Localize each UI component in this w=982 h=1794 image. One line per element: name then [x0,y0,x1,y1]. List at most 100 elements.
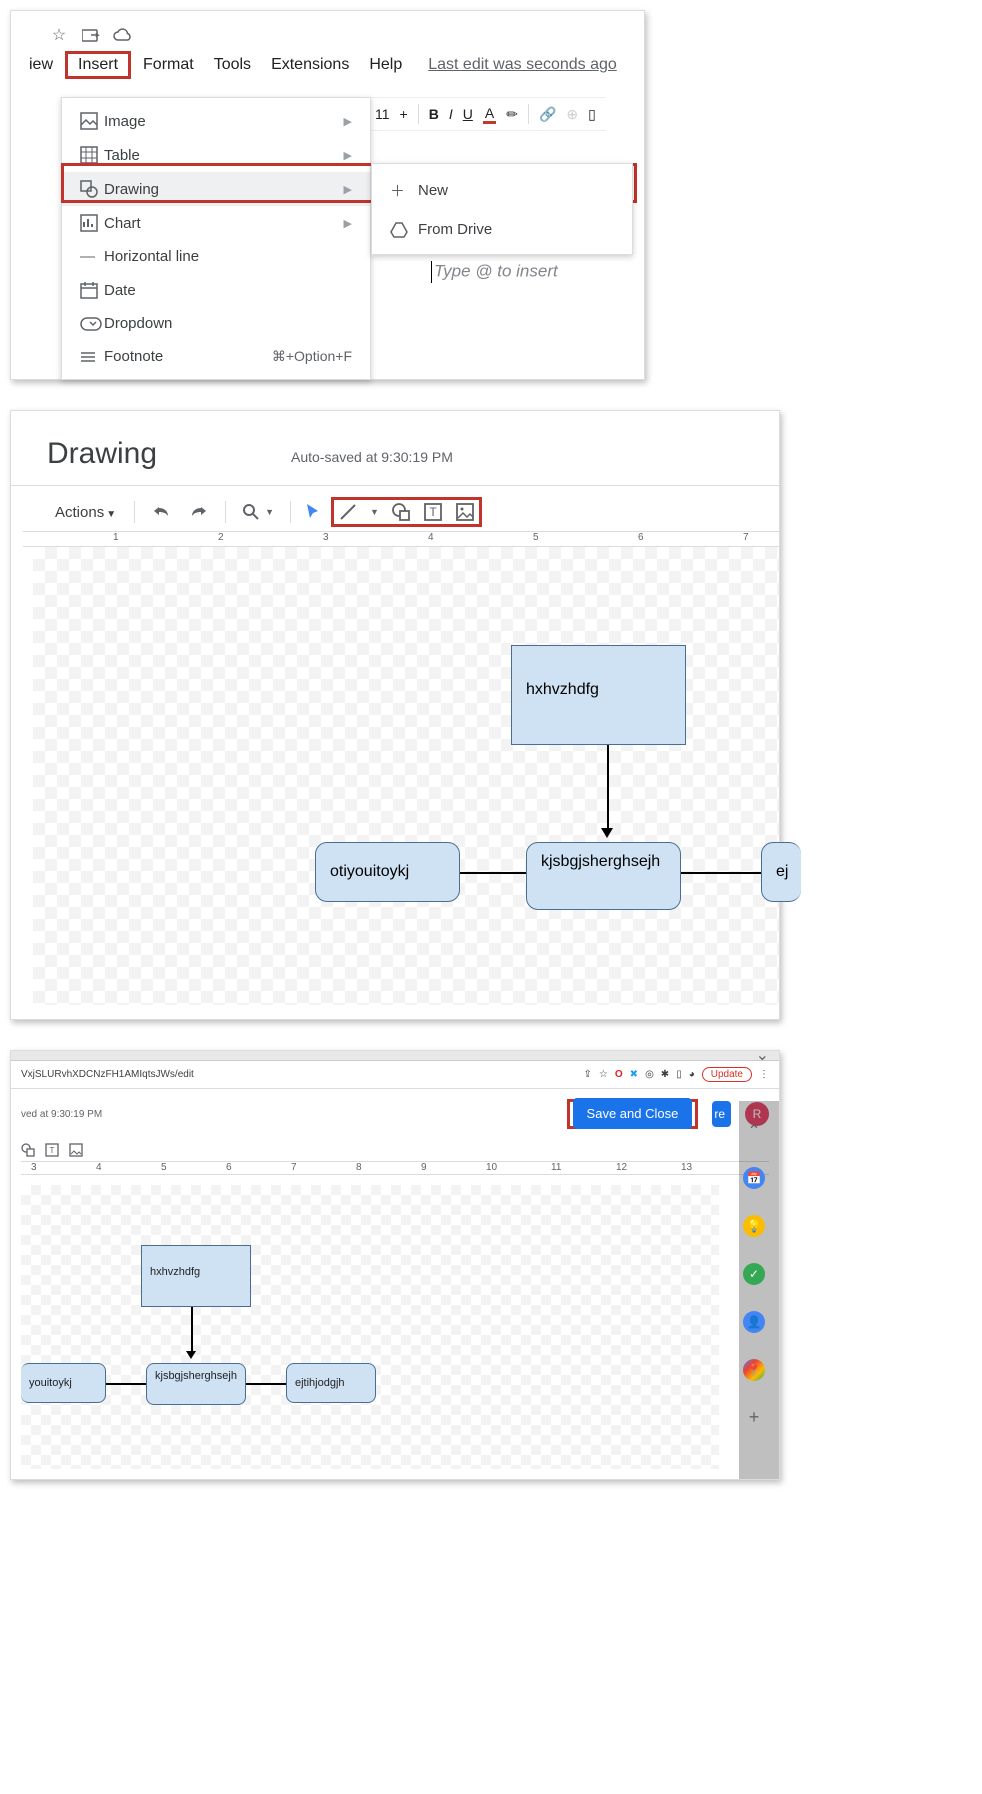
svg-text:T: T [429,505,437,519]
link-icon[interactable]: 🔗 [539,106,556,123]
image-tool-small[interactable] [69,1143,83,1157]
shape3-left[interactable]: youitoykj [21,1363,106,1403]
menu-extensions[interactable]: Extensions [263,52,357,78]
drawing-new[interactable]: ＋ New [372,170,632,211]
cloud-icon[interactable] [113,25,133,45]
drawing-canvas[interactable]: hxhvzhdfg otiyouitoykj kjsbgjsherghsejh … [33,547,779,1005]
menu-insert[interactable]: Insert [65,51,131,79]
format-toolbar: 11 + B I U A ✏ 🔗 ⊕ ▯ [365,97,606,131]
insert-chart[interactable]: Chart ▶ [62,206,370,240]
connector-h2[interactable] [681,872,761,874]
shape-right-partial[interactable]: ej [761,842,801,902]
shape3-top[interactable]: hxhvzhdfg [141,1245,251,1307]
chart-icon [80,214,104,232]
underline-button[interactable]: U [463,106,473,122]
opera-icon[interactable]: O [615,1069,623,1080]
panel-insert-menu: ☆ iew Insert Format Tools Extensions Hel… [10,10,645,380]
comment-icon[interactable]: ⊕ [566,106,578,123]
actions-menu[interactable]: Actions▼ [47,500,124,525]
connector3-v[interactable] [191,1307,193,1355]
connector-vertical[interactable] [607,745,609,831]
line-dropdown[interactable]: ▼ [370,507,379,517]
chevron-right-icon: ▶ [344,115,352,128]
text-cursor [431,261,432,283]
mini-toolbar: T [11,1143,779,1157]
font-size-plus[interactable]: + [400,106,408,122]
maps-icon[interactable]: 📍 [743,1359,765,1381]
menu-format[interactable]: Format [135,52,202,78]
insert-dropdown[interactable]: Dropdown [62,307,370,340]
last-edit-text[interactable]: Last edit was seconds ago [428,56,617,74]
chevron-right-icon: ▶ [344,149,352,162]
star-icon[interactable]: ☆ [49,25,69,45]
calendar-icon[interactable]: 📅 [743,1167,765,1189]
connector-h1[interactable] [460,872,526,874]
avatar-small-icon[interactable]: ◕ [689,1069,695,1080]
connector3-h2[interactable] [246,1383,286,1385]
chevron-right-icon: ▶ [344,183,352,196]
line-tool[interactable] [338,502,358,522]
image-toolbar-icon[interactable]: ▯ [588,106,596,123]
menu-view[interactable]: iew [21,52,61,78]
kebab-icon[interactable]: ⋮ [759,1069,769,1080]
move-icon[interactable] [81,25,101,45]
extension-icon-3[interactable]: ▯ [676,1069,682,1080]
doc-title-icons: ☆ [49,25,133,45]
menu-tools[interactable]: Tools [206,52,259,78]
share-icon[interactable]: ⇪ [584,1069,592,1080]
zoom-button[interactable]: ▼ [236,499,280,525]
bold-button[interactable]: B [429,106,439,122]
drawing-toolbar: Actions▼ ▼ ▼ T [47,497,482,527]
tasks-icon[interactable]: ✓ [743,1263,765,1285]
contacts-icon[interactable]: 👤 [743,1311,765,1333]
image-icon [80,112,104,130]
ruler-small: 3 4 5 6 7 8 9 10 11 12 13 [21,1161,769,1175]
italic-button[interactable]: I [449,106,453,122]
drawing-from-drive[interactable]: From Drive [372,211,632,248]
select-tool[interactable] [301,499,325,525]
insert-drawing[interactable]: Drawing ▶ [62,172,370,206]
insert-date[interactable]: Date [62,273,370,307]
highlight-button[interactable]: ✏ [506,106,518,123]
extension-icon-2[interactable]: ◎ [645,1069,654,1080]
keep-icon[interactable]: 💡 [743,1215,765,1237]
menu-help[interactable]: Help [361,52,410,78]
extension-icon-1[interactable]: ✖ [630,1069,638,1080]
image-tool[interactable] [455,502,475,522]
update-button[interactable]: Update [702,1067,752,1082]
doc-body-placeholder[interactable]: Type @ to insert [431,261,558,283]
shape3-mid[interactable]: kjsbgjsherghsejh [146,1363,246,1405]
autosave-text: Auto-saved at 9:30:19 PM [291,449,453,465]
shape-mid[interactable]: kjsbgjsherghsejh [526,842,681,910]
undo-button[interactable] [145,500,177,524]
shape-tool[interactable] [391,502,411,522]
save-and-close-button[interactable]: Save and Close [573,1098,693,1129]
textbox-tool-small[interactable]: T [45,1143,59,1157]
add-panel-icon[interactable]: + [749,1407,760,1428]
table-icon [80,146,104,164]
shape-top-rect[interactable]: hxhvzhdfg [511,645,686,745]
font-size-value[interactable]: 11 [375,106,390,122]
insert-image[interactable]: Image ▶ [62,104,370,138]
insert-table[interactable]: Table ▶ [62,138,370,172]
chevron-right-icon: ▶ [344,217,352,230]
insert-footnote[interactable]: Footnote ⌘+Option+F [62,340,370,373]
redo-button[interactable] [183,500,215,524]
arrow-down-icon [186,1351,196,1359]
shape3-right[interactable]: ejtihjodgjh [286,1363,376,1403]
shape-left[interactable]: otiyouitoykj [315,842,460,902]
drawing-canvas-small[interactable]: hxhvzhdfg youitoykj kjsbgjsherghsejh ejt… [21,1185,719,1469]
highlight-save-close: Save and Close [567,1099,699,1129]
insert-hline[interactable]: — Horizontal line [62,240,370,273]
drawing-title: Drawing [47,437,157,471]
puzzle-icon[interactable]: ✱ [661,1069,669,1080]
text-color-button[interactable]: A [483,105,496,124]
footnote-icon [80,350,104,364]
collapse-icon[interactable]: ⌃ [747,1121,760,1141]
star-icon[interactable]: ☆ [599,1069,608,1080]
textbox-tool[interactable]: T [423,502,443,522]
chevron-down-icon[interactable]: ⌄ [756,1045,769,1065]
connector3-h1[interactable] [106,1383,146,1385]
shape-tool-small[interactable] [21,1143,35,1157]
panel-save-close: ⌄ VxjSLURvhXDCNzFH1AMIqtsJWs/edit ⇪ ☆ O … [10,1050,780,1480]
